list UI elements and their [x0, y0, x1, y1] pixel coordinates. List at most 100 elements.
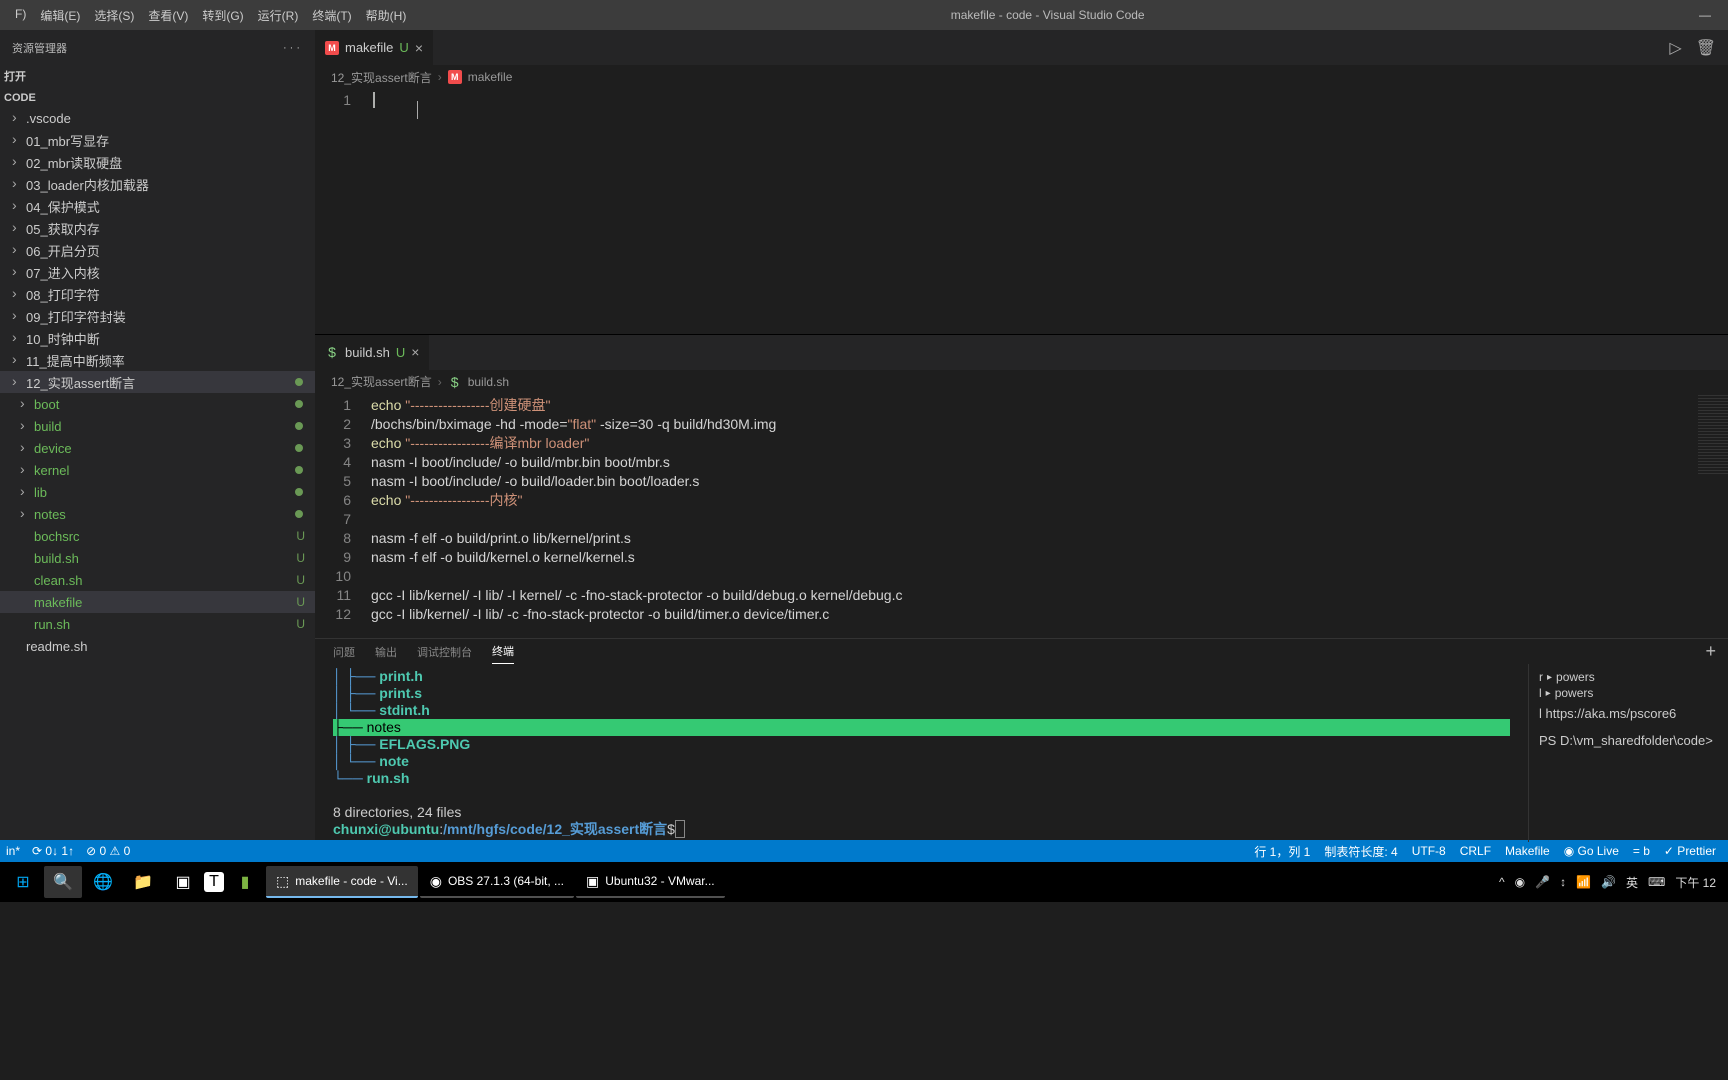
tray-time[interactable]: 下午 12: [1675, 874, 1716, 891]
tray-volume-icon[interactable]: 🔊: [1601, 875, 1616, 889]
status-item[interactable]: in*: [6, 844, 20, 858]
status-item[interactable]: ⊘ 0 ⚠ 0: [86, 844, 130, 858]
folder-item[interactable]: 04_保护模式: [0, 195, 315, 217]
breadcrumb-segment[interactable]: build.sh: [468, 375, 509, 389]
git-untracked-badge: U: [296, 573, 305, 587]
tray-ime[interactable]: 英: [1626, 874, 1638, 891]
tree-item-label: run.sh: [34, 617, 70, 632]
status-item[interactable]: ⟳ 0↓ 1↑: [32, 844, 74, 858]
menu-item[interactable]: 终端(T): [305, 3, 358, 28]
search-icon[interactable]: 🔍: [44, 866, 82, 898]
trash-icon[interactable]: 🗑: [1696, 38, 1716, 58]
breadcrumb-top[interactable]: 12_实现assert断言 › M makefile: [315, 65, 1728, 89]
taskbar-app[interactable]: ◉OBS 27.1.3 (64-bit, ...: [420, 866, 574, 898]
folder-item[interactable]: 06_开启分页: [0, 239, 315, 261]
tray-icon[interactable]: ↕: [1560, 875, 1566, 889]
file-item[interactable]: readme.sh: [0, 635, 315, 657]
system-tray[interactable]: ^ ◉ 🎤 ↕ 📶 🔊 英 ⌨ 下午 12: [1499, 874, 1724, 891]
folder-item[interactable]: device: [0, 437, 315, 459]
folder-item[interactable]: 10_时钟中断: [0, 327, 315, 349]
tray-chevron-icon[interactable]: ^: [1499, 875, 1505, 889]
minimize-button[interactable]: —: [1682, 0, 1728, 30]
open-editors-header[interactable]: 打开: [0, 65, 315, 87]
taskbar-app[interactable]: ⬚makefile - code - Vi...: [266, 866, 418, 898]
file-explorer-icon[interactable]: 📁: [124, 866, 162, 898]
code-content[interactable]: echo "-----------------创建硬盘"/bochs/bin/b…: [371, 394, 1728, 639]
folder-item[interactable]: 05_获取内存: [0, 217, 315, 239]
menu-item[interactable]: 编辑(E): [33, 3, 87, 28]
breadcrumb-segment[interactable]: 12_实现assert断言: [331, 69, 432, 86]
folder-item[interactable]: 12_实现assert断言: [0, 371, 315, 393]
tab-makefile[interactable]: M makefile U ×: [315, 30, 434, 65]
file-item[interactable]: build.shU: [0, 547, 315, 569]
tray-icon[interactable]: ◉: [1515, 875, 1525, 889]
folder-item[interactable]: .vscode: [0, 107, 315, 129]
status-item[interactable]: CRLF: [1460, 844, 1491, 858]
run-icon[interactable]: ▷: [1669, 38, 1681, 58]
menu-item[interactable]: 选择(S): [87, 3, 141, 28]
file-item[interactable]: clean.shU: [0, 569, 315, 591]
file-item[interactable]: run.sh U: [0, 613, 315, 635]
folder-item[interactable]: lib: [0, 481, 315, 503]
code-editor-bottom[interactable]: 123456789101112 echo "-----------------创…: [315, 394, 1728, 639]
tree-item-label: 12_实现assert断言: [26, 373, 135, 392]
sidebar-more-icon[interactable]: ···: [283, 42, 303, 54]
breadcrumb-bottom[interactable]: 12_实现assert断言 › $ build.sh: [315, 370, 1728, 394]
panel-tab[interactable]: 调试控制台: [417, 640, 472, 664]
status-item[interactable]: 制表符长度: 4: [1324, 843, 1397, 860]
terminal-output[interactable]: │ ├── print.h │ ├── print.s │ └── stdint…: [315, 664, 1528, 842]
status-item[interactable]: ✓ Prettier: [1664, 844, 1716, 858]
status-item[interactable]: = b: [1633, 844, 1650, 858]
tray-keyboard-icon[interactable]: ⌨: [1648, 875, 1665, 889]
text-icon[interactable]: T: [204, 872, 224, 892]
app-icon[interactable]: ▮: [226, 866, 264, 898]
tray-wifi-icon[interactable]: 📶: [1576, 875, 1591, 889]
close-icon[interactable]: ×: [411, 344, 419, 360]
folder-item[interactable]: 08_打印字符: [0, 283, 315, 305]
line-gutter: 123456789101112: [315, 394, 371, 639]
folder-item[interactable]: 01_mbr写显存: [0, 129, 315, 151]
breadcrumb-segment[interactable]: 12_实现assert断言: [331, 373, 432, 390]
terminal-session-item[interactable]: l ▸ powers: [1539, 686, 1718, 700]
panel-tab[interactable]: 输出: [375, 640, 397, 664]
menu-item[interactable]: 运行(R): [251, 3, 306, 28]
terminal-session-item[interactable]: r ▸ powers: [1539, 670, 1718, 684]
panel-tab[interactable]: 终端: [492, 639, 514, 664]
code-content[interactable]: [371, 89, 1728, 334]
app-label: makefile - code - Vi...: [295, 874, 408, 888]
panel-tab[interactable]: 问题: [333, 640, 355, 664]
folder-item[interactable]: 07_进入内核: [0, 261, 315, 283]
git-untracked-badge: U: [296, 617, 305, 631]
folder-item[interactable]: notes: [0, 503, 315, 525]
close-icon[interactable]: ×: [415, 40, 423, 56]
folder-item[interactable]: 03_loader内核加载器: [0, 173, 315, 195]
file-item[interactable]: bochsrcU: [0, 525, 315, 547]
status-item[interactable]: UTF-8: [1412, 844, 1446, 858]
code-editor-top[interactable]: 1: [315, 89, 1728, 334]
folder-item[interactable]: 11_提高中断频率: [0, 349, 315, 371]
breadcrumb-segment[interactable]: makefile: [468, 70, 513, 84]
tray-mic-icon[interactable]: 🎤: [1535, 875, 1550, 889]
minimap[interactable]: [1698, 394, 1728, 639]
status-item[interactable]: ◉ Go Live: [1564, 844, 1619, 858]
menu-item[interactable]: 帮助(H): [359, 3, 414, 28]
folder-item[interactable]: kernel: [0, 459, 315, 481]
menu-item[interactable]: 转到(G): [195, 3, 250, 28]
menu-item[interactable]: 查看(V): [141, 3, 195, 28]
folder-item[interactable]: boot: [0, 393, 315, 415]
workspace-header[interactable]: CODE: [0, 89, 315, 107]
tab-build-sh[interactable]: $ build.sh U ×: [315, 335, 430, 370]
file-item[interactable]: makefileU: [0, 591, 315, 613]
status-item[interactable]: 行 1，列 1: [1254, 843, 1310, 860]
folder-item[interactable]: 02_mbr读取硬盘: [0, 151, 315, 173]
new-terminal-icon[interactable]: +: [1705, 641, 1716, 662]
taskbar-app[interactable]: ▣Ubuntu32 - VMwar...: [576, 866, 725, 898]
menu-item[interactable]: F): [8, 3, 33, 28]
folder-item[interactable]: build: [0, 415, 315, 437]
start-button[interactable]: ⊞: [4, 866, 42, 898]
tree-item-label: build.sh: [34, 551, 79, 566]
terminal-icon[interactable]: ▣: [164, 866, 202, 898]
folder-item[interactable]: 09_打印字符封装: [0, 305, 315, 327]
chrome-icon[interactable]: 🌐: [84, 866, 122, 898]
status-item[interactable]: Makefile: [1505, 844, 1550, 858]
